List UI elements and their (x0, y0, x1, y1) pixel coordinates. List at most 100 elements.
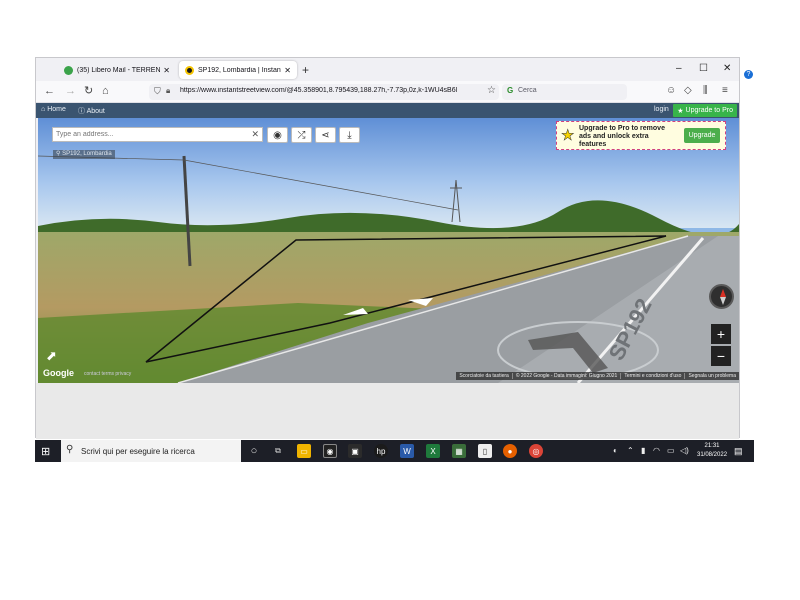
search-icon: ⚲ (66, 444, 74, 455)
address-input[interactable] (53, 128, 243, 141)
star-icon: ★ (561, 127, 575, 145)
battery-icon[interactable]: ▮ (641, 446, 645, 455)
network-icon[interactable]: ◠ (653, 446, 660, 455)
contact-links[interactable]: contact terms privacy (84, 371, 131, 377)
help-icon: ⓘ (78, 108, 85, 115)
close-tab-icon[interactable]: ✕ (163, 66, 170, 75)
random-location-button[interactable]: ⤮ (291, 127, 312, 143)
tracking-shield-icon[interactable]: ⛉ (154, 86, 161, 97)
store-icon[interactable]: ▣ (348, 444, 362, 458)
globe-button[interactable]: ◉ (267, 127, 288, 143)
browser-window: (35) Libero Mail - TERRENO DI C ✕ SP192,… (35, 57, 740, 439)
home-link[interactable]: ⌂ Home (41, 106, 66, 113)
compass-north (720, 289, 726, 297)
google-logo: Google (43, 368, 74, 378)
upgrade-label: Upgrade to Pro (685, 107, 733, 114)
tab-bar: (35) Libero Mail - TERRENO DI C ✕ SP192,… (36, 58, 739, 81)
report-problem-link[interactable]: Segnala un problema (684, 373, 739, 379)
star-icon: ★ (677, 107, 686, 115)
navigation-bar: ← → ↻ ⌂ ⛉ 🔒︎ https://www.instantstreetvi… (36, 81, 739, 103)
chrome-icon[interactable]: ◎ (529, 444, 543, 458)
firefox-icon[interactable]: ● (503, 444, 517, 458)
location-label: SP192, Lombardia (62, 151, 112, 157)
side-help-icon[interactable]: ? (744, 70, 753, 79)
search-placeholder: Cerca (518, 87, 537, 94)
new-tab-button[interactable]: + (302, 63, 309, 77)
location-badge: ⚲ SP192, Lombardia (53, 150, 115, 159)
taskbar-search[interactable]: ⚲ Scrivi qui per eseguire la ricerca (61, 440, 241, 462)
shuffle-icon: ⤮ (297, 129, 306, 141)
url-text[interactable]: https://www.instantstreetview.com/@45.35… (180, 87, 480, 94)
clear-icon[interactable]: ✕ (251, 129, 259, 140)
calculator-icon[interactable]: ▦ (452, 444, 466, 458)
streetview-favicon-icon (185, 65, 194, 75)
address-search[interactable]: ✕ (52, 127, 263, 142)
upgrade-pro-button[interactable]: ★ Upgrade to Pro (673, 104, 737, 117)
address-bar[interactable]: ⛉ 🔒︎ https://www.instantstreetview.com/@… (149, 84, 499, 100)
tab-title: (35) Libero Mail - TERRENO DI C (77, 66, 161, 74)
download-icon: ⤓ (347, 129, 352, 141)
share-button[interactable]: ⋖ (315, 127, 336, 143)
system-clock[interactable]: 21:31 31/08/2022 (697, 442, 727, 460)
maximize-button[interactable]: ☐ (699, 63, 708, 74)
tab-instant-street-view[interactable]: SP192, Lombardia | Instant Stre ✕ (179, 61, 297, 79)
tab-libero-mail[interactable]: (35) Libero Mail - TERRENO DI C ✕ (58, 61, 176, 79)
upgrade-ad: ★ Upgrade to Pro to remove ads and unloc… (556, 121, 726, 150)
camera-app-icon[interactable]: ◉ (323, 444, 337, 458)
login-link[interactable]: login (654, 106, 669, 113)
about-link[interactable]: ⓘ About (78, 106, 105, 116)
teams-icon[interactable]: ◐ (613, 446, 618, 455)
close-window-button[interactable]: ✕ (723, 63, 731, 74)
back-icon[interactable]: ← (44, 85, 55, 97)
forward-icon[interactable]: → (65, 85, 76, 97)
clock-time: 21:31 (704, 443, 720, 449)
about-label: About (86, 108, 105, 115)
globe-icon: ◉ (273, 129, 282, 141)
home-icon[interactable]: ⌂ (102, 85, 109, 97)
windows-start-icon[interactable]: ⊞ (41, 445, 50, 458)
taskbar-search-text: Scrivi qui per eseguire la ricerca (81, 447, 195, 456)
compass-south (720, 297, 726, 305)
bookmark-star-icon[interactable]: ☆ (487, 85, 496, 96)
street-view-panorama[interactable]: SP192 ✕ ◉ ⤮ ⋖ ⤓ ⚲ SP192, Lombardia ★ Upg… (38, 118, 739, 383)
close-tab-icon[interactable]: ✕ (284, 66, 291, 75)
reload-icon[interactable]: ↻ (84, 85, 93, 97)
tray-chevron-icon[interactable]: ⌃ (627, 446, 634, 455)
menu-icon[interactable]: ≡ (722, 85, 728, 96)
cortana-icon[interactable]: ○ (247, 444, 261, 458)
notification-icon[interactable]: ▤ (734, 446, 743, 457)
library-icon[interactable]: ⫼ (703, 85, 708, 96)
ad-upgrade-button[interactable]: Upgrade (684, 128, 720, 143)
keyboard-shortcuts-link[interactable]: Scorciatoie da tastiera (456, 373, 511, 379)
panorama-scene: SP192 (38, 118, 739, 383)
windows-taskbar: ⊞ ⚲ Scrivi qui per eseguire la ricerca ○… (35, 440, 754, 462)
minimize-button[interactable]: – (676, 63, 682, 74)
map-attribution: Scorciatoie da tastiera © 2022 Google - … (456, 372, 739, 380)
file-explorer-icon[interactable]: ▭ (297, 444, 311, 458)
search-bar[interactable]: G Cerca (502, 84, 627, 100)
libero-favicon-icon (64, 65, 73, 75)
lock-icon[interactable]: 🔒︎ (166, 86, 170, 96)
site-header: ⌂ Home ⓘ About login ★ Upgrade to Pro (36, 103, 739, 118)
house-icon: ⌂ (41, 106, 46, 113)
notepad-icon[interactable]: ▯ (478, 444, 492, 458)
task-view-icon[interactable]: ⧉ (271, 444, 285, 458)
volume-icon[interactable]: ◁) (680, 446, 689, 455)
zoom-in-button[interactable]: + (711, 324, 731, 344)
hp-icon[interactable]: hp (374, 444, 388, 458)
compass-icon[interactable] (709, 284, 734, 309)
display-icon[interactable]: ▭ (667, 446, 675, 455)
word-icon[interactable]: W (400, 444, 414, 458)
share-icon: ⋖ (321, 129, 330, 141)
expand-icon[interactable]: ⬈ (46, 348, 57, 364)
excel-icon[interactable]: X (426, 444, 440, 458)
clock-date: 31/08/2022 (697, 452, 728, 458)
download-button[interactable]: ⤓ (339, 127, 360, 143)
terms-link[interactable]: Termini e condizioni d'uso (620, 373, 684, 379)
zoom-out-button[interactable]: − (711, 346, 731, 366)
pocket-icon[interactable]: ◇ (684, 85, 692, 96)
search-engine-icon: G (507, 86, 514, 95)
account-icon[interactable]: ☺ (666, 85, 676, 96)
tab-title: SP192, Lombardia | Instant Stre (198, 66, 282, 74)
screen: (35) Libero Mail - TERRENO DI C ✕ SP192,… (35, 57, 754, 462)
